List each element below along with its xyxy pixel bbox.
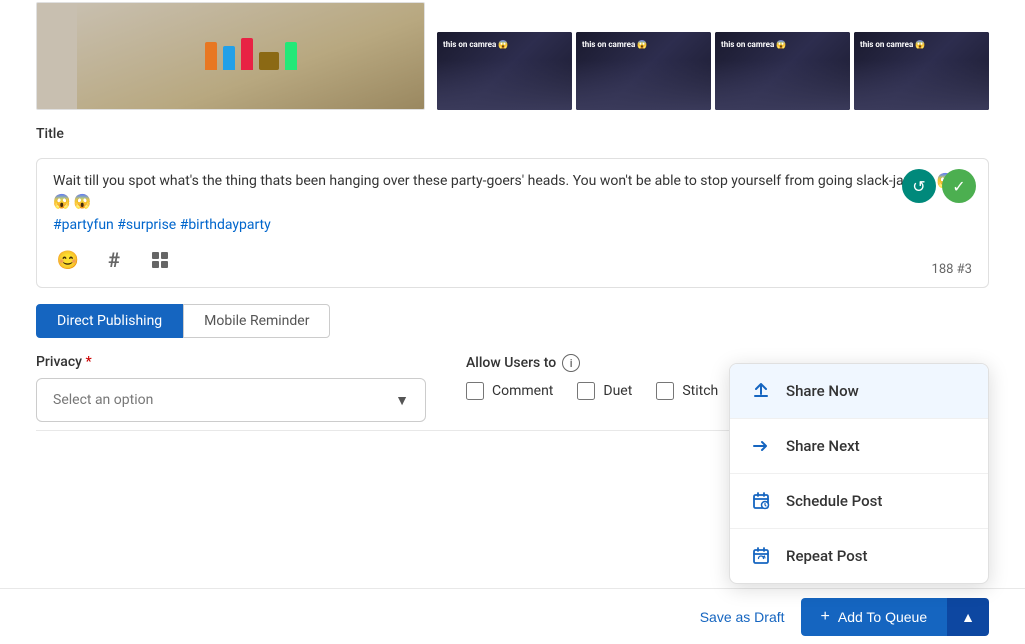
allow-options: Comment Duet Stitch <box>466 382 718 400</box>
allow-section: Allow Users to i Comment Duet Stitch <box>466 354 718 400</box>
emoji-icon[interactable]: 😊 <box>53 245 83 275</box>
tab-direct-publishing[interactable]: Direct Publishing <box>36 304 183 338</box>
stitch-label: Stitch <box>682 383 718 399</box>
caption-text: Wait till you spot what's the thing that… <box>53 171 972 213</box>
teal-icon[interactable]: ↺ <box>902 169 936 203</box>
info-icon[interactable]: i <box>562 354 580 372</box>
caption-container[interactable]: ↺ ✓ Wait till you spot what's the thing … <box>36 158 989 288</box>
char-count: 188 #3 <box>932 262 972 277</box>
save-draft-button[interactable]: Save as Draft <box>700 609 785 625</box>
privacy-select-value: Select an option <box>53 392 153 408</box>
schedule-post-label: Schedule Post <box>786 492 882 510</box>
title-label: Title <box>36 126 989 142</box>
thumbnail-3-text: this on camrea 😱 <box>721 40 786 49</box>
thumbnail-1-text: this on camrea 😱 <box>443 40 508 49</box>
thumbnail-2-text: this on camrea 😱 <box>582 40 647 49</box>
dropdown-menu: Share Now Share Next Schedule Post <box>729 363 989 584</box>
comment-label: Comment <box>492 383 553 399</box>
repeat-post-label: Repeat Post <box>786 547 867 565</box>
thumbnail-1[interactable]: this on camrea 😱 <box>437 32 572 110</box>
add-to-queue-button[interactable]: + Add To Queue <box>801 598 948 636</box>
add-to-queue-group: + Add To Queue ▲ <box>801 598 989 636</box>
share-next-label: Share Next <box>786 437 860 455</box>
comment-checkbox[interactable] <box>466 382 484 400</box>
privacy-label: Privacy * <box>36 354 426 370</box>
plus-icon: + <box>821 608 830 626</box>
thumbnail-3[interactable]: this on camrea 😱 <box>715 32 850 110</box>
comment-option[interactable]: Comment <box>466 382 553 400</box>
main-video-thumbnail[interactable] <box>36 2 425 110</box>
allow-label: Allow Users to i <box>466 354 718 372</box>
green-icon[interactable]: ✓ <box>942 169 976 203</box>
dropdown-repeat-post[interactable]: Repeat Post <box>730 529 988 583</box>
thumbnail-2[interactable]: this on camrea 😱 <box>576 32 711 110</box>
chevron-down-icon: ▼ <box>395 392 409 409</box>
tab-mobile-reminder[interactable]: Mobile Reminder <box>183 304 330 338</box>
thumbnail-4-text: this on camrea 😱 <box>860 40 925 49</box>
duet-label: Duet <box>603 383 632 399</box>
add-queue-label: Add To Queue <box>838 609 927 625</box>
duet-checkbox[interactable] <box>577 382 595 400</box>
title-section: Title <box>0 110 1025 158</box>
thumbnail-strip: this on camrea 😱 this on camrea 😱 this o… <box>425 32 989 110</box>
privacy-section: Privacy * Select an option ▼ <box>36 354 426 422</box>
text-icons-row: 😊 # <box>53 245 972 275</box>
dropdown-share-now[interactable]: Share Now <box>730 364 988 419</box>
images-row: this on camrea 😱 this on camrea 😱 this o… <box>0 0 1025 110</box>
thumbnail-4[interactable]: this on camrea 😱 <box>854 32 989 110</box>
privacy-select[interactable]: Select an option ▼ <box>36 378 426 422</box>
caption-hashtags: #partyfun #surprise #birthdayparty <box>53 217 972 233</box>
share-next-icon <box>750 435 772 457</box>
main-container: this on camrea 😱 this on camrea 😱 this o… <box>0 0 1025 644</box>
dropdown-schedule-post[interactable]: Schedule Post <box>730 474 988 529</box>
share-now-label: Share Now <box>786 382 859 400</box>
share-now-icon <box>750 380 772 402</box>
grid-icon[interactable] <box>145 245 175 275</box>
schedule-post-icon <box>750 490 772 512</box>
dropdown-share-next[interactable]: Share Next <box>730 419 988 474</box>
circular-icons-row: ↺ ✓ <box>902 169 976 203</box>
stitch-checkbox[interactable] <box>656 382 674 400</box>
expand-icon: ▲ <box>961 609 975 625</box>
stitch-option[interactable]: Stitch <box>656 382 718 400</box>
add-queue-expand-button[interactable]: ▲ <box>947 598 989 636</box>
bottom-bar: Save as Draft + Add To Queue ▲ <box>0 588 1025 644</box>
publishing-tabs: Direct Publishing Mobile Reminder <box>0 288 1025 346</box>
repeat-post-icon <box>750 545 772 567</box>
duet-option[interactable]: Duet <box>577 382 632 400</box>
hashtag-icon[interactable]: # <box>99 245 129 275</box>
